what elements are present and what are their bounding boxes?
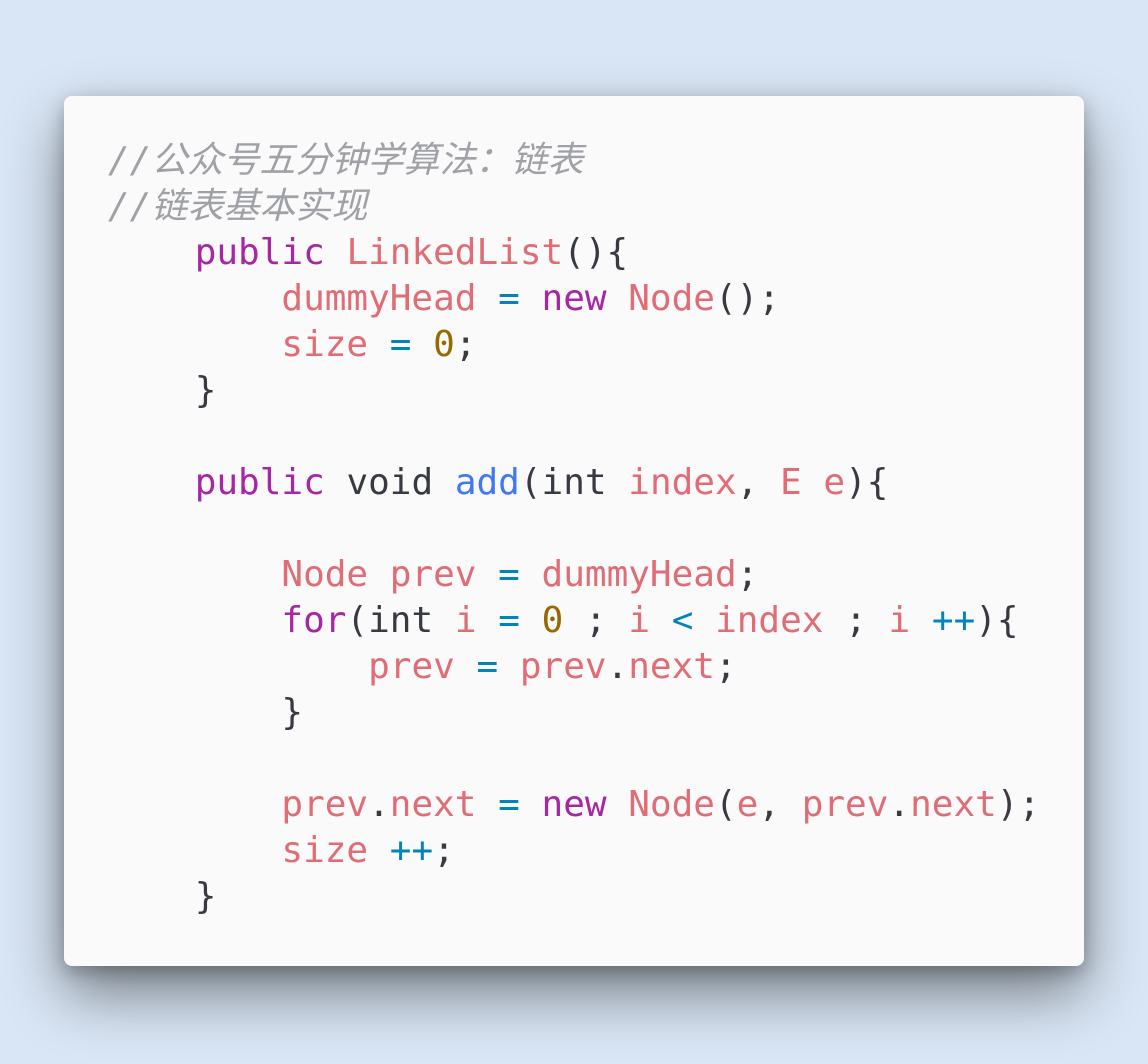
variable-index: index bbox=[628, 462, 737, 503]
punctuation: ; bbox=[454, 324, 477, 365]
code-line-1: //公众号五分钟学算法：链表 bbox=[108, 138, 1040, 184]
variable-i: i bbox=[888, 600, 911, 641]
operator-less-than: < bbox=[671, 600, 694, 641]
closing-brace: } bbox=[281, 692, 304, 733]
variable-i: i bbox=[628, 600, 651, 641]
punctuation: ; bbox=[714, 646, 737, 687]
keyword-for: for bbox=[281, 600, 347, 641]
code-card: //公众号五分钟学算法：链表 //链表基本实现 public LinkedList… bbox=[64, 96, 1084, 966]
variable-prev: prev bbox=[519, 646, 607, 687]
class-node: Node bbox=[281, 554, 369, 595]
keyword-public: public bbox=[194, 232, 325, 273]
keyword-int: int bbox=[541, 462, 607, 503]
method-add: add bbox=[454, 462, 520, 503]
code-line-4: dummyHead = new Node(); bbox=[108, 276, 1040, 322]
punctuation: , bbox=[758, 784, 802, 825]
variable-next: next bbox=[389, 784, 477, 825]
punctuation: ; bbox=[584, 600, 607, 641]
code-line-16: size ++; bbox=[108, 828, 1040, 874]
punctuation: . bbox=[368, 784, 390, 825]
keyword-new: new bbox=[541, 278, 607, 319]
variable-e: e bbox=[823, 462, 846, 503]
code-block: //公众号五分钟学算法：链表 //链表基本实现 public LinkedList… bbox=[108, 138, 1040, 920]
punctuation: ; bbox=[736, 554, 759, 595]
variable-size: size bbox=[281, 830, 369, 871]
constructor-name: LinkedList bbox=[346, 232, 564, 273]
operator-assign: = bbox=[498, 554, 520, 595]
code-line-15: prev.next = new Node(e, prev.next); bbox=[108, 782, 1040, 828]
punctuation: . bbox=[606, 646, 629, 687]
code-line-10: Node prev = dummyHead; bbox=[108, 552, 1040, 598]
code-line-11: for(int i = 0 ; i < index ; i ++){ bbox=[108, 598, 1040, 644]
class-node: Node bbox=[628, 278, 715, 319]
operator-increment: ++ bbox=[389, 830, 434, 871]
variable-next: next bbox=[910, 784, 997, 825]
punctuation: . bbox=[888, 784, 911, 825]
variable-dummyhead: dummyHead bbox=[281, 278, 477, 319]
punctuation: ); bbox=[996, 784, 1041, 825]
code-line-12: prev = prev.next; bbox=[108, 644, 1040, 690]
variable-index: index bbox=[715, 600, 824, 641]
variable-prev: prev bbox=[281, 784, 369, 825]
keyword-new: new bbox=[541, 784, 607, 825]
variable-i: i bbox=[454, 600, 477, 641]
variable-prev: prev bbox=[368, 646, 455, 687]
variable-size: size bbox=[281, 324, 369, 365]
punctuation: , bbox=[736, 462, 780, 503]
operator-increment: ++ bbox=[931, 600, 976, 641]
punctuation: ( bbox=[714, 784, 737, 825]
code-line-17: } bbox=[108, 874, 1040, 920]
operator-assign: = bbox=[498, 784, 520, 825]
variable-prev: prev bbox=[801, 784, 889, 825]
variable-prev: prev bbox=[389, 554, 477, 595]
code-line-5: size = 0; bbox=[108, 322, 1040, 368]
keyword-public: public bbox=[194, 462, 325, 503]
punctuation: ( bbox=[346, 600, 369, 641]
operator-assign: = bbox=[498, 600, 520, 641]
punctuation: ; bbox=[433, 830, 455, 871]
number-zero: 0 bbox=[541, 600, 564, 641]
code-line-6: } bbox=[108, 368, 1040, 414]
code-line-8: public void add(int index, E e){ bbox=[108, 460, 1040, 506]
keyword-int: int bbox=[368, 600, 434, 641]
type-param-e: E bbox=[780, 462, 802, 503]
code-line-3: public LinkedList(){ bbox=[108, 230, 1040, 276]
closing-brace: } bbox=[194, 876, 217, 917]
code-line-2: //链表基本实现 bbox=[108, 184, 1040, 230]
punctuation: ; bbox=[845, 600, 867, 641]
closing-brace: } bbox=[194, 370, 217, 411]
variable-dummyhead: dummyHead bbox=[541, 554, 737, 595]
variable-e: e bbox=[736, 784, 759, 825]
comment-title: //公众号五分钟学算法：链表 bbox=[108, 140, 584, 181]
punctuation: ){ bbox=[845, 462, 889, 503]
class-node: Node bbox=[628, 784, 715, 825]
operator-assign: = bbox=[389, 324, 412, 365]
operator-assign: = bbox=[476, 646, 499, 687]
comment-subtitle: //链表基本实现 bbox=[108, 186, 368, 227]
code-line-13: } bbox=[108, 690, 1040, 736]
operator-assign: = bbox=[498, 278, 520, 319]
keyword-void: void bbox=[346, 462, 434, 503]
punctuation: (); bbox=[714, 278, 780, 319]
punctuation: ){ bbox=[975, 600, 1019, 641]
punctuation: (){ bbox=[563, 232, 629, 273]
punctuation: ( bbox=[519, 462, 542, 503]
variable-next: next bbox=[628, 646, 715, 687]
number-zero: 0 bbox=[433, 324, 455, 365]
